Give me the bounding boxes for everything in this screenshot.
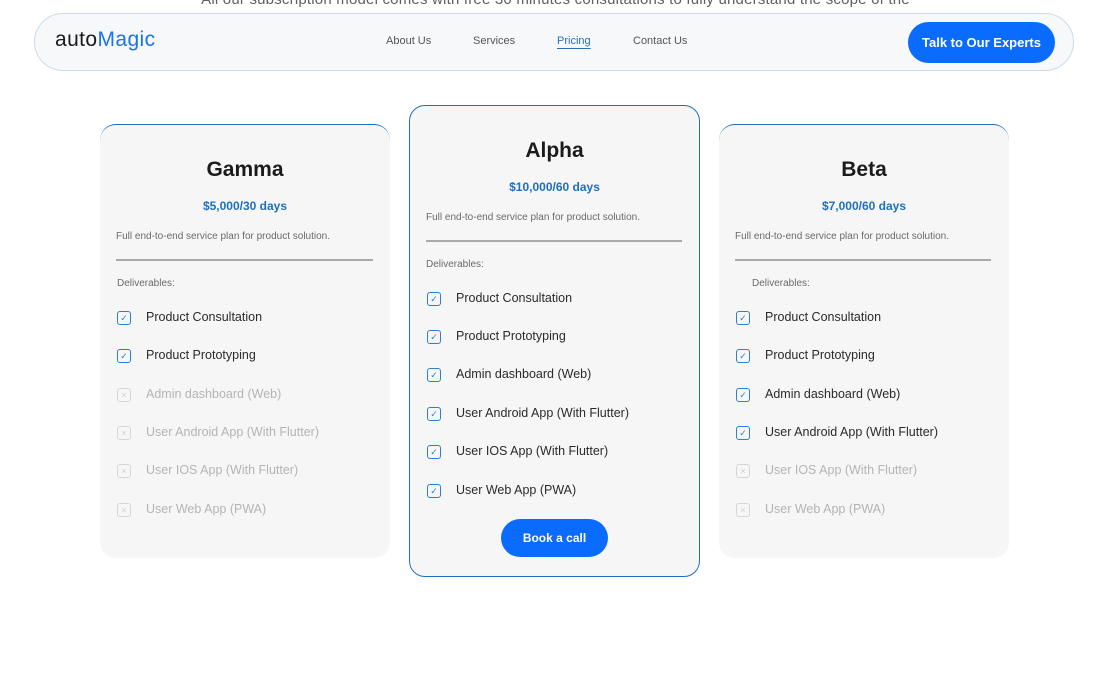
feature-label: Product Consultation [456, 291, 573, 305]
plan-description: Full end-to-end service plan for product… [116, 231, 331, 242]
talk-to-experts-button[interactable]: Talk to Our Experts [908, 22, 1055, 63]
check-icon: ✓ [427, 330, 441, 344]
feature-label: User Web App (PWA) [456, 483, 577, 497]
deliverables-label: Deliverables: [426, 259, 484, 270]
book-a-call-button[interactable]: Book a call [501, 519, 608, 557]
card-divider [735, 259, 991, 261]
plan-title: Alpha [525, 139, 584, 162]
cross-icon: × [736, 503, 750, 517]
plan-card-alpha: Alpha $10,000/60 days Full end-to-end se… [409, 105, 700, 577]
logo-text-auto: auto [55, 28, 98, 51]
feature-label: User Android App (With Flutter) [456, 406, 629, 420]
nav-services[interactable]: Services [473, 35, 515, 47]
plan-card-gamma: Gamma $5,000/30 days Full end-to-end ser… [100, 124, 390, 558]
plan-card-beta: Beta $7,000/60 days Full end-to-end serv… [719, 124, 1009, 558]
check-icon: ✓ [427, 407, 441, 421]
cross-icon: × [117, 388, 131, 402]
check-icon: ✓ [117, 311, 131, 325]
cross-icon: × [117, 426, 131, 440]
cross-icon: × [117, 464, 131, 478]
feature-label: User Android App (With Flutter) [146, 425, 319, 439]
feature-label: Product Prototyping [456, 329, 566, 343]
plan-title: Beta [841, 158, 887, 181]
plan-price: $7,000/60 days [821, 199, 907, 213]
check-icon: ✓ [427, 484, 441, 498]
cross-icon: × [117, 503, 131, 517]
feature-label: User IOS App (With Flutter) [146, 463, 299, 477]
check-icon: ✓ [427, 368, 441, 382]
navbar: autoMagic About Us Services Pricing Cont… [34, 13, 1074, 71]
deliverables-label: Deliverables: [117, 278, 175, 289]
nav-contact-us[interactable]: Contact Us [633, 35, 687, 47]
feature-label: Product Consultation [146, 310, 263, 324]
feature-label: Admin dashboard (Web) [456, 367, 592, 381]
logo-text-magic: Magic [97, 28, 156, 51]
check-icon: ✓ [736, 311, 750, 325]
check-icon: ✓ [427, 292, 441, 306]
feature-label: User IOS App (With Flutter) [765, 463, 918, 477]
cross-icon: × [736, 464, 750, 478]
plan-title: Gamma [206, 158, 284, 181]
card-divider [116, 259, 373, 261]
card-divider [426, 240, 682, 242]
plan-price: $10,000/60 days [509, 180, 600, 194]
logo[interactable]: autoMagic [55, 28, 156, 52]
feature-label: Admin dashboard (Web) [765, 387, 901, 401]
plan-description: Full end-to-end service plan for product… [735, 231, 950, 242]
nav-pricing[interactable]: Pricing [557, 35, 591, 47]
feature-label: Product Consultation [765, 310, 882, 324]
nav-about-us[interactable]: About Us [386, 35, 431, 47]
feature-label: User IOS App (With Flutter) [456, 444, 609, 458]
feature-label: User Web App (PWA) [765, 502, 886, 516]
feature-label: Product Prototyping [146, 348, 256, 362]
plan-description: Full end-to-end service plan for product… [426, 212, 641, 223]
check-icon: ✓ [736, 426, 750, 440]
intro-text: All our subscription model comes with fr… [0, 0, 1111, 8]
check-icon: ✓ [736, 388, 750, 402]
deliverables-label: Deliverables: [752, 278, 810, 289]
check-icon: ✓ [117, 349, 131, 363]
feature-label: Product Prototyping [765, 348, 875, 362]
feature-label: Admin dashboard (Web) [146, 387, 282, 401]
check-icon: ✓ [736, 349, 750, 363]
check-icon: ✓ [427, 445, 441, 459]
plan-price: $5,000/30 days [202, 199, 288, 213]
feature-label: User Android App (With Flutter) [765, 425, 938, 439]
feature-label: User Web App (PWA) [146, 502, 267, 516]
